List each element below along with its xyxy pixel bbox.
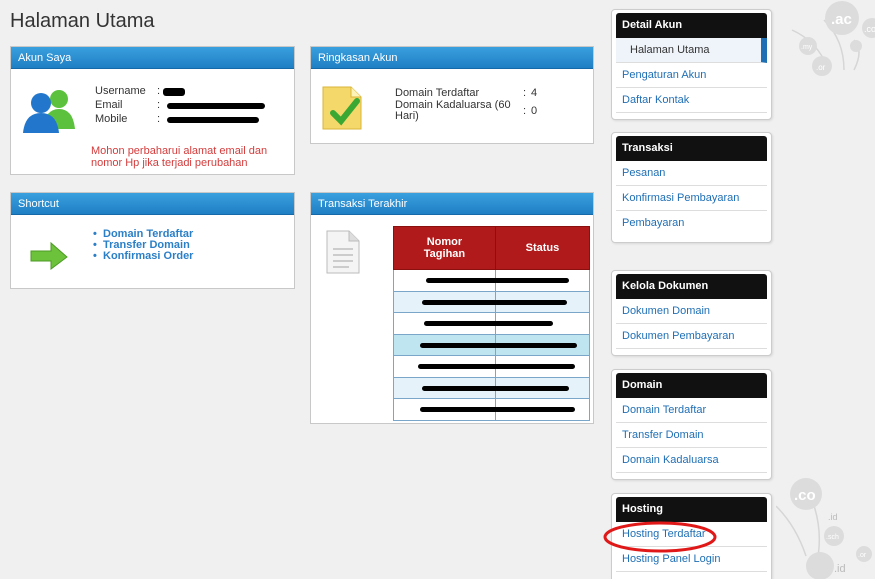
sidebar-item-pembayaran[interactable]: Pembayaran (616, 211, 767, 236)
document-icon (326, 230, 360, 274)
email-label: Email (95, 99, 123, 111)
invoice-cell (393, 333, 503, 356)
table-row[interactable] (393, 312, 591, 335)
sidebar-heading-hosting: Hosting (616, 497, 767, 522)
shortcut-panel: Shortcut Domain Terdaftar Transfer Domai… (10, 192, 295, 289)
ringkasan-akun-heading: Ringkasan Akun (311, 47, 593, 69)
col-nomor-tagihan: Nomor Tagihan (393, 226, 496, 270)
domain-kadaluarsa-label: Domain Kadaluarsa (60 Hari) (395, 99, 511, 122)
status-cell (493, 333, 591, 356)
sidebar-heading-transaksi: Transaksi (616, 136, 767, 161)
mobile-label: Mobile (95, 113, 128, 125)
tld-label-id: .id (828, 512, 838, 522)
domain-kadaluarsa-value: 0 (531, 105, 538, 117)
akun-saya-panel: Akun Saya Username : Email : Mobile : Mo… (10, 46, 295, 175)
tld-label-my: .my (801, 44, 813, 51)
tld-label-or: .or (816, 63, 826, 72)
sidebar-transaksi: Transaksi Pesanan Konfirmasi Pembayaran … (611, 132, 772, 243)
sidebar-item-transfer-domain[interactable]: Transfer Domain (616, 423, 767, 448)
checked-document-icon (322, 86, 362, 130)
sidebar-detail-akun: Detail Akun Halaman Utama Pengaturan Aku… (611, 9, 772, 120)
akun-saya-heading: Akun Saya (11, 47, 294, 69)
table-row[interactable] (393, 398, 591, 421)
status-cell (493, 355, 591, 378)
sidebar-item-pesanan[interactable]: Pesanan (616, 161, 767, 186)
domain-terdaftar-colon: : (523, 87, 527, 99)
sidebar-heading-kelola-dokumen: Kelola Dokumen (616, 274, 767, 299)
status-cell (493, 376, 591, 399)
tld-bubbles-decoration-bottom: .co .id .sch .or .id (776, 478, 872, 579)
transaksi-terakhir-panel: Transaksi Terakhir Nomor Tagihan Status (310, 192, 594, 424)
shortcut-heading: Shortcut (11, 193, 294, 215)
tld-label-co: .co (864, 24, 875, 34)
invoice-cell (393, 312, 501, 335)
tld-label-or-bottom: .or (858, 552, 867, 559)
mobile-colon: : (157, 113, 161, 125)
tld-label-sch: .sch (826, 534, 839, 541)
email-redacted (167, 103, 265, 109)
users-icon (23, 90, 75, 133)
table-row[interactable] (393, 355, 591, 378)
sidebar-item-dokumen-domain[interactable]: Dokumen Domain (616, 299, 767, 324)
username-redacted (163, 88, 185, 96)
sidebar-item-dokumen-pembayaran[interactable]: Dokumen Pembayaran (616, 324, 767, 349)
sidebar-kelola-dokumen: Kelola Dokumen Dokumen Domain Dokumen Pe… (611, 270, 772, 356)
status-cell (493, 398, 591, 421)
shortcut-list: Domain Terdaftar Transfer Domain Konfirm… (91, 229, 193, 263)
sidebar-item-pengaturan-akun[interactable]: Pengaturan Akun (616, 63, 767, 88)
sidebar-heading-detail-akun: Detail Akun (616, 13, 767, 38)
username-label: Username (95, 85, 146, 97)
invoice-cell (393, 355, 499, 378)
transaksi-table: Nomor Tagihan Status (393, 226, 591, 421)
domain-terdaftar-value: 4 (531, 87, 538, 99)
page-title: Halaman Utama (10, 10, 155, 32)
ringkasan-akun-panel: Ringkasan Akun Domain Terdaftar : 4 Doma… (310, 46, 594, 144)
status-cell (493, 312, 591, 335)
sidebar-domain: Domain Domain Terdaftar Transfer Domain … (611, 369, 772, 480)
invoice-cell (393, 376, 501, 399)
domain-terdaftar-label: Domain Terdaftar (395, 87, 480, 99)
sidebar-heading-domain: Domain (616, 373, 767, 398)
green-arrow-icon (30, 241, 68, 270)
invoice-cell (393, 269, 505, 292)
sidebar-item-konfirmasi-pembayaran[interactable]: Konfirmasi Pembayaran (616, 186, 767, 211)
tld-label-id-2: .id (834, 563, 846, 575)
page-root: Halaman Utama Akun Saya Username : Email… (0, 0, 875, 579)
col-status: Status (494, 226, 591, 270)
tld-label-co-bottom: .co (794, 487, 816, 504)
status-cell (493, 269, 591, 292)
mobile-redacted (167, 117, 259, 123)
sidebar-item-halaman-utama[interactable]: Halaman Utama (616, 38, 767, 63)
transaksi-terakhir-heading: Transaksi Terakhir (311, 193, 593, 215)
sidebar-item-domain-kadaluarsa[interactable]: Domain Kadaluarsa (616, 448, 767, 473)
tld-bubbles-decoration-top: .ac .my .or .co (791, 1, 875, 76)
invoice-cell (393, 398, 505, 421)
invoice-cell (393, 290, 499, 313)
status-cell (493, 290, 591, 313)
table-row[interactable] (393, 290, 591, 313)
table-row[interactable] (393, 269, 591, 292)
annotation-circle (603, 521, 717, 553)
username-colon: : (157, 85, 161, 97)
update-notice: Mohon perbaharui alamat email dan nomor … (91, 145, 268, 169)
table-row[interactable] (393, 333, 591, 356)
table-row[interactable] (393, 376, 591, 399)
shortcut-konfirmasi-order[interactable]: Konfirmasi Order (91, 251, 193, 263)
domain-kadaluarsa-colon: : (523, 105, 527, 117)
sidebar-item-domain-terdaftar[interactable]: Domain Terdaftar (616, 398, 767, 423)
sidebar-item-daftar-kontak[interactable]: Daftar Kontak (616, 88, 767, 113)
tld-label-ac: .ac (831, 11, 852, 28)
email-colon: : (157, 99, 161, 111)
